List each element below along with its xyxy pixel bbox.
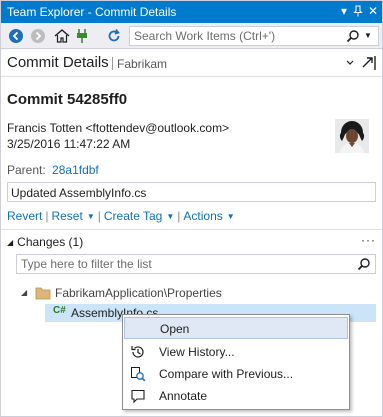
commit-message[interactable]: Updated AssemblyInfo.cs [7, 182, 376, 202]
parent-commit-link[interactable]: 28a1fdbf [52, 163, 99, 177]
avatar [335, 119, 369, 153]
collapse-triangle-icon: ◢ [7, 238, 14, 247]
changes-section-toggle[interactable]: ◢ Changes (1) [7, 235, 83, 249]
section-divider [1, 229, 382, 230]
chevron-down-icon: ▼ [86, 212, 95, 221]
create-tag-menu[interactable]: Create Tag ▼ [104, 209, 174, 223]
context-menu: Open View History... Compare with Previo… [122, 314, 350, 410]
page-title: Commit Details [7, 54, 109, 71]
undock-icon[interactable] [361, 55, 376, 71]
create-tag-label: Create Tag [103, 209, 163, 223]
folder-icon [35, 286, 51, 300]
close-icon[interactable]: ✕ [365, 3, 381, 19]
more-options-button[interactable]: ··· [361, 233, 376, 247]
folder-label: FabrikamApplication\Properties [55, 286, 222, 300]
actions-label: Actions [183, 209, 223, 223]
commit-date: 3/25/2016 11:47:22 AM [7, 137, 131, 151]
page-header: Commit Details Fabrikam [1, 49, 382, 77]
commit-title: Commit 54285ff0 [7, 91, 128, 108]
commit-parent: Parent: 28a1fdbf [7, 163, 99, 177]
menu-item-view-history[interactable]: View History... [124, 341, 348, 363]
parent-label: Parent: [7, 163, 46, 177]
revert-link[interactable]: Revert [7, 209, 42, 223]
team-explorer-window: Team Explorer - Commit Details ▾ ✕ ▼ [0, 0, 383, 417]
window-title: Team Explorer - Commit Details [7, 5, 177, 19]
back-icon[interactable] [7, 27, 25, 45]
menu-item-compare[interactable]: Compare with Previous... [124, 363, 348, 385]
menu-item-annotate[interactable]: Annotate [124, 385, 348, 407]
csharp-file-icon: C# [53, 305, 66, 316]
changes-filter[interactable] [16, 254, 376, 274]
changes-heading: Changes (1) [17, 235, 84, 249]
header-menu-icon[interactable] [345, 55, 359, 71]
actions-menu[interactable]: Actions ▼ [183, 209, 234, 223]
search-input[interactable] [130, 27, 338, 45]
repository-name: Fabrikam [117, 57, 168, 71]
annotate-icon [130, 388, 146, 404]
chevron-down-icon: ▼ [166, 212, 175, 221]
title-bar: Team Explorer - Commit Details ▾ ✕ [1, 1, 382, 23]
menu-item-label: Annotate [159, 389, 208, 403]
menu-item-label: View History... [159, 345, 235, 359]
search-icon[interactable] [346, 29, 360, 43]
compare-icon [130, 366, 146, 382]
menu-item-label: Compare with Previous... [159, 367, 294, 381]
search-icon[interactable] [357, 257, 371, 271]
chevron-down-icon: ▼ [226, 212, 235, 221]
refresh-icon[interactable] [105, 27, 123, 45]
toolbar: ▼ [1, 23, 382, 49]
open-icon [131, 321, 147, 337]
work-item-search[interactable]: ▼ [129, 26, 379, 46]
search-dropdown-icon[interactable]: ▼ [364, 29, 374, 43]
history-icon [130, 344, 146, 360]
menu-item-open[interactable]: Open [124, 317, 348, 339]
reset-label: Reset [51, 209, 83, 223]
pin-icon[interactable] [350, 3, 366, 19]
action-separator: | [45, 209, 49, 223]
reset-menu[interactable]: Reset ▼ [51, 209, 94, 223]
commit-actions-bar: Revert | Reset ▼ | Create Tag ▼ | Actions ▼ [7, 209, 235, 223]
filter-input[interactable] [17, 255, 347, 273]
forward-icon[interactable] [29, 27, 47, 45]
action-separator: | [177, 209, 181, 223]
commit-author: Francis Totten <ftottendev@outlook.com> [7, 121, 230, 135]
connect-icon[interactable] [73, 27, 91, 45]
header-separator [112, 57, 113, 70]
menu-item-label: Open [160, 322, 190, 336]
action-separator: | [97, 209, 101, 223]
expanded-triangle-icon[interactable]: ◢ [21, 288, 27, 297]
home-icon[interactable] [53, 27, 71, 45]
